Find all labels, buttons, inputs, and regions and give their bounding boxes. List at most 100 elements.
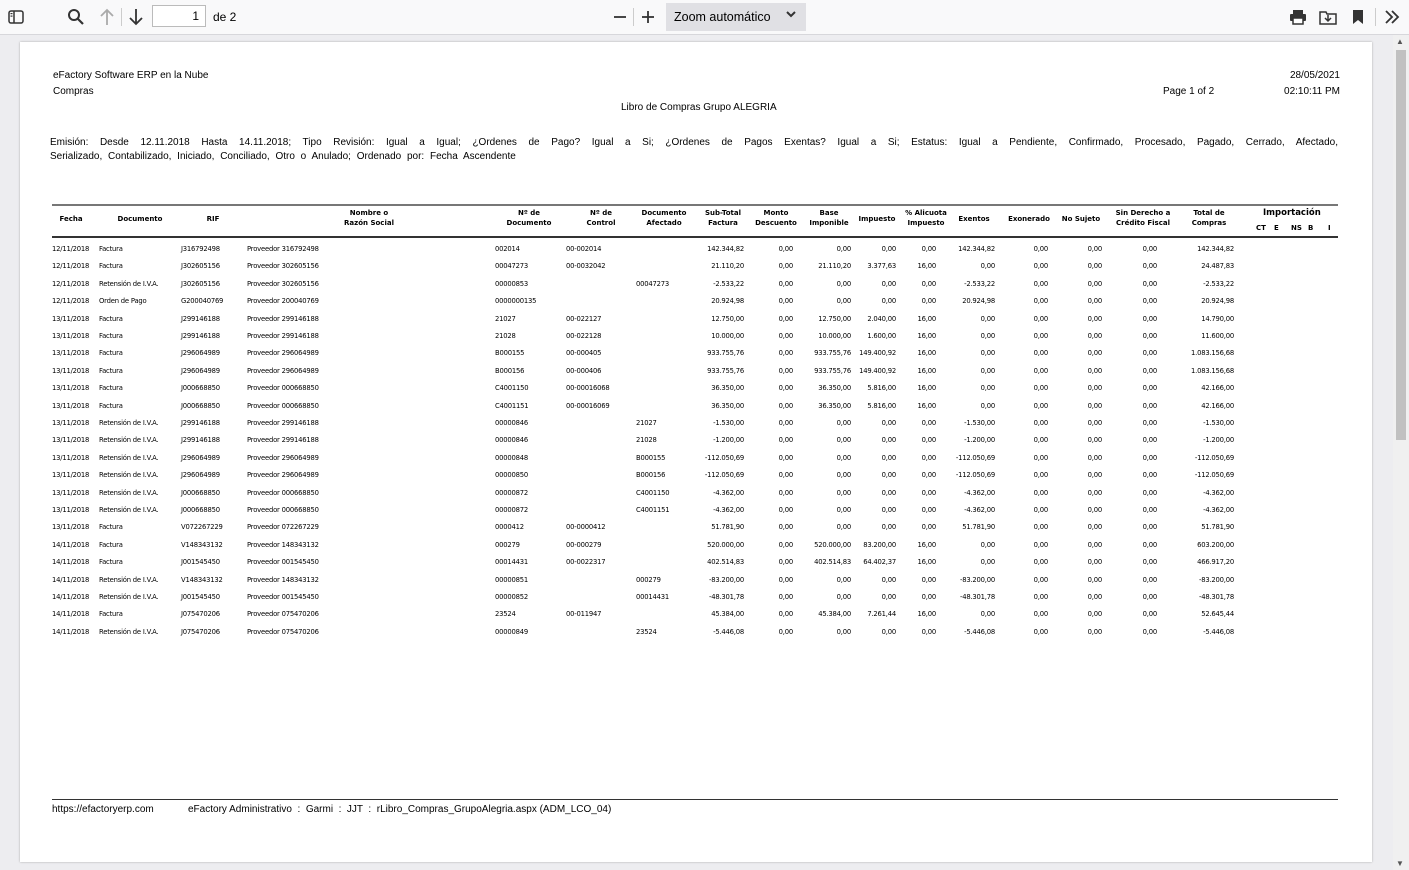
cell-base-imponible: 0,00 <box>836 245 852 253</box>
cell-subtotal: -2.533,22 <box>713 279 744 288</box>
vertical-scrollbar[interactable]: ▲ ▼ <box>1393 35 1409 870</box>
search-icon[interactable] <box>65 5 87 29</box>
cell-exonerado: 0,00 <box>1033 627 1049 636</box>
cell-fecha: 13/11/2018 <box>52 506 90 514</box>
cell-total-compras: -4.362,00 <box>1203 488 1234 497</box>
import-subheader-ct: CT <box>1256 224 1266 232</box>
bookmark-icon[interactable] <box>1348 5 1368 29</box>
table-row: 13/11/2018 Retensión de I.V.A. J296064989 P… <box>20 471 1372 485</box>
cell-total-compras: -83.200,00 <box>1198 575 1234 584</box>
table-row: 13/11/2018 Retensión de I.V.A. J299146188 P… <box>20 419 1372 433</box>
cell-documento: Retensión de I.V.A. <box>99 279 159 288</box>
cell-documento-afectado: B000156 <box>636 471 666 480</box>
cell-sin-derecho: 0,00 <box>1142 245 1158 253</box>
cell-subtotal: 12.750,00 <box>711 314 744 323</box>
cell-no-sujeto: 0,00 <box>1087 314 1103 323</box>
cell-total-compras: 24.487,83 <box>1201 262 1234 271</box>
cell-documento: Retensión de I.V.A. <box>99 627 159 636</box>
cell-exonerado: 0,00 <box>1033 523 1049 532</box>
cell-rif: J296064989 <box>181 366 220 375</box>
cell-exentos: 0,00 <box>980 610 996 619</box>
cell-subtotal: -83.200,00 <box>708 575 744 584</box>
cell-exentos: -5.446,08 <box>964 627 995 636</box>
cell-numero-documento: B000155 <box>495 349 525 358</box>
cell-descuento: 0,00 <box>778 401 794 410</box>
scrollbar-thumb[interactable] <box>1396 50 1406 440</box>
zoom-in-icon[interactable] <box>638 5 658 29</box>
cell-total-compras: -1.530,00 <box>1203 419 1234 427</box>
cell-impuesto: 0,00 <box>881 297 897 306</box>
cell-exonerado: 0,00 <box>1033 332 1049 340</box>
cell-razon-social: Proveedor 296064989 <box>247 349 319 358</box>
scroll-up-icon[interactable]: ▲ <box>1396 37 1404 46</box>
table-row: 14/11/2018 Retensión de I.V.A. J075470206 P… <box>20 628 1372 642</box>
cell-alicuota: 0,00 <box>921 297 937 306</box>
cell-documento: Factura <box>99 384 123 393</box>
arrow-up-icon[interactable] <box>96 5 118 29</box>
scroll-down-icon[interactable]: ▼ <box>1396 859 1404 868</box>
cell-numero-control: 00-022127 <box>566 314 602 323</box>
footer-url[interactable]: https://efactoryerp.com <box>52 804 154 815</box>
sidebar-toggle-icon[interactable] <box>6 5 26 29</box>
cell-documento-afectado: 21028 <box>636 436 657 445</box>
cell-total-compras: -48.301,78 <box>1198 593 1234 601</box>
table-row: 13/11/2018 Retensión de I.V.A. J296064989 P… <box>20 454 1372 468</box>
cell-exentos: 0,00 <box>980 349 996 358</box>
cell-fecha: 14/11/2018 <box>52 610 90 619</box>
cell-razon-social: Proveedor 000668850 <box>247 488 319 497</box>
cell-no-sujeto: 0,00 <box>1087 332 1103 340</box>
cell-no-sujeto: 0,00 <box>1087 297 1103 306</box>
cell-descuento: 0,00 <box>778 471 794 480</box>
arrow-down-icon[interactable] <box>125 5 147 29</box>
cell-exentos: 0,00 <box>980 332 996 340</box>
cell-impuesto: 0,00 <box>881 279 897 288</box>
cell-sin-derecho: 0,00 <box>1142 314 1158 323</box>
zoom-select-value: Zoom automático <box>674 10 771 24</box>
zoom-out-icon[interactable] <box>610 5 630 29</box>
cell-sin-derecho: 0,00 <box>1142 262 1158 271</box>
cell-fecha: 13/11/2018 <box>52 366 90 375</box>
cell-impuesto: 0,00 <box>881 523 897 532</box>
double-chevron-right-icon[interactable] <box>1381 5 1403 29</box>
page-number-input[interactable] <box>152 5 206 27</box>
cell-numero-documento: 00047273 <box>495 262 528 271</box>
cell-base-imponible: 0,00 <box>836 575 852 584</box>
table-row: 13/11/2018 Factura J299146188 Proveedor 299… <box>20 332 1372 346</box>
print-icon[interactable] <box>1287 5 1309 29</box>
cell-subtotal: 933.755,76 <box>707 349 744 358</box>
cell-total-compras: 42.166,00 <box>1201 384 1234 393</box>
cell-descuento: 0,00 <box>778 314 794 323</box>
cell-alicuota: 0,00 <box>921 523 937 532</box>
cell-alicuota: 0,00 <box>921 488 937 497</box>
cell-exonerado: 0,00 <box>1033 436 1049 445</box>
cell-documento-afectado: C4001150 <box>636 488 670 497</box>
cell-total-compras: 52.645,44 <box>1201 610 1234 619</box>
cell-base-imponible: 12.750,00 <box>818 314 851 323</box>
cell-fecha: 13/11/2018 <box>52 436 90 445</box>
import-subheader-e: E <box>1274 224 1279 232</box>
zoom-select[interactable]: Zoom automático <box>666 3 806 31</box>
cell-impuesto: 7.261,44 <box>867 610 896 619</box>
cell-total-compras: -2.533,22 <box>1203 279 1234 288</box>
cell-razon-social: Proveedor 000668850 <box>247 384 319 393</box>
cell-impuesto: 83.200,00 <box>863 540 896 549</box>
table-row: 13/11/2018 Factura J296064989 Proveedor 296… <box>20 349 1372 363</box>
cell-sin-derecho: 0,00 <box>1142 279 1158 288</box>
cell-exonerado: 0,00 <box>1033 279 1049 288</box>
cell-no-sujeto: 0,00 <box>1087 540 1103 549</box>
cell-numero-control: 00-022128 <box>566 332 602 340</box>
cell-base-imponible: 36.350,00 <box>818 401 851 410</box>
cell-impuesto: 0,00 <box>881 419 897 427</box>
table-top-rule <box>52 204 1338 206</box>
cell-rif: J302605156 <box>181 279 220 288</box>
cell-numero-control: 00-000406 <box>566 366 602 375</box>
cell-numero-documento: 00000851 <box>495 575 528 584</box>
cell-documento-afectado: 21027 <box>636 419 657 427</box>
cell-rif: V148343132 <box>181 540 223 549</box>
cell-sin-derecho: 0,00 <box>1142 419 1158 427</box>
download-icon[interactable] <box>1317 5 1339 29</box>
cell-base-imponible: 36.350,00 <box>818 384 851 393</box>
cell-sin-derecho: 0,00 <box>1142 488 1158 497</box>
cell-sin-derecho: 0,00 <box>1142 453 1158 462</box>
header-subtotal: Sub-Total Factura <box>704 209 742 227</box>
